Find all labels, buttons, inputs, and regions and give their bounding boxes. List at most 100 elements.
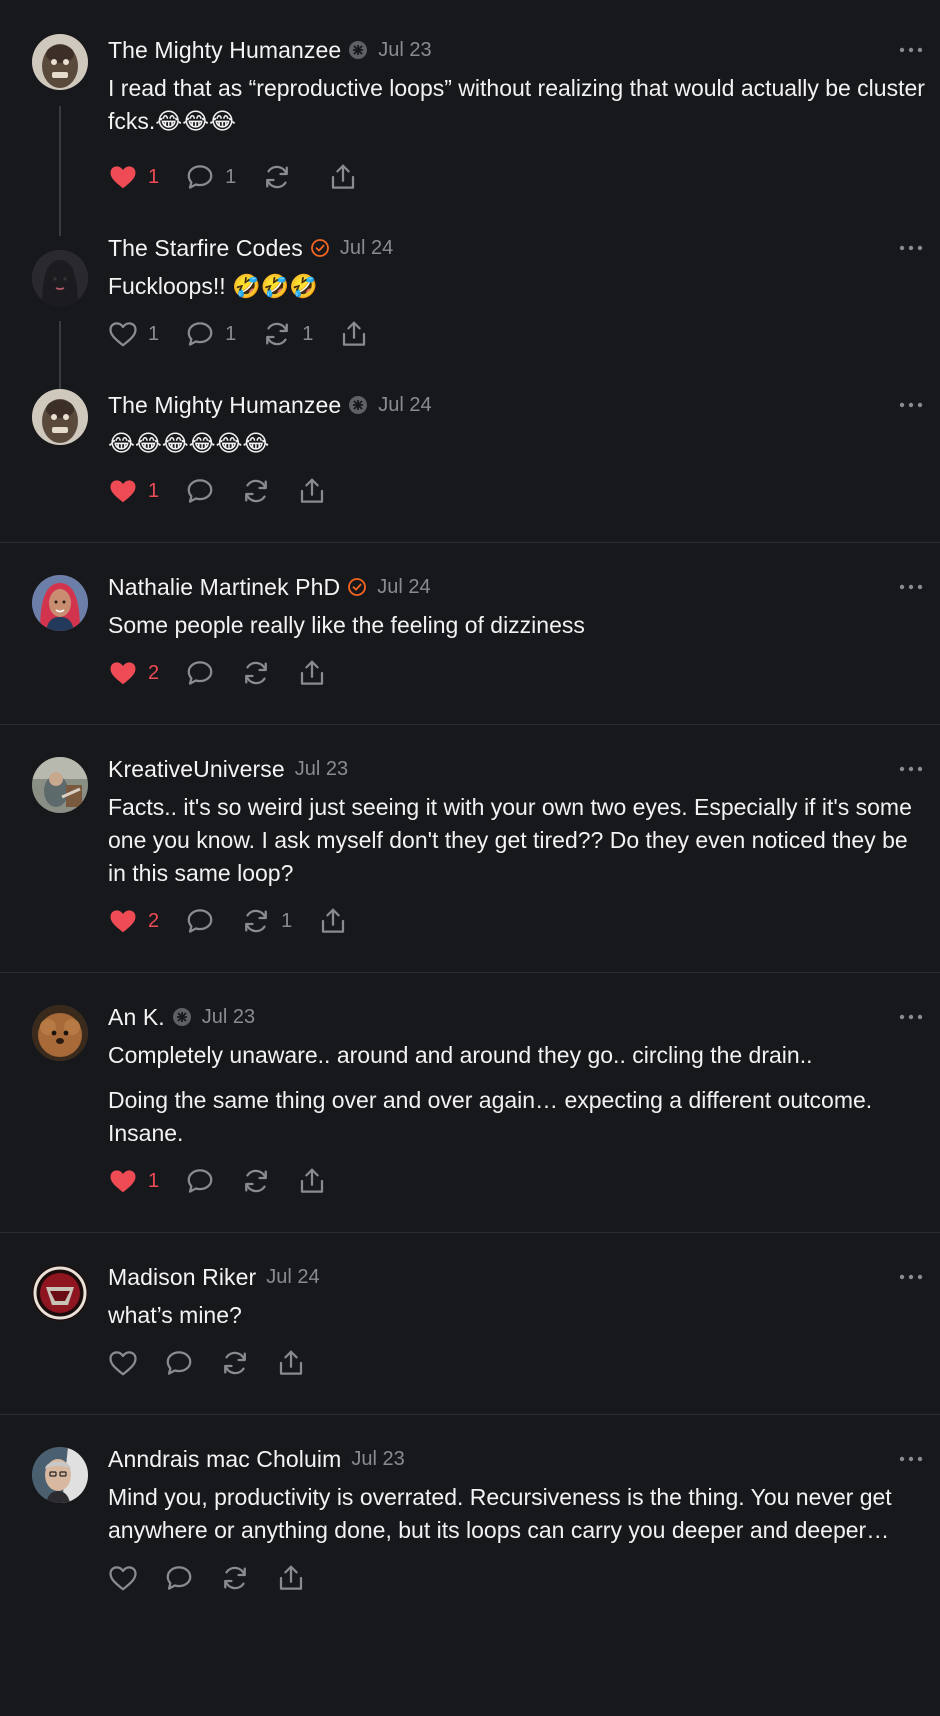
reply-button[interactable] — [185, 906, 215, 936]
share-button[interactable] — [297, 658, 327, 688]
repost-button[interactable] — [262, 162, 302, 192]
share-button[interactable] — [318, 906, 348, 936]
reply-button[interactable] — [185, 658, 215, 688]
repost-button[interactable] — [220, 1563, 250, 1593]
share-button[interactable] — [328, 162, 358, 192]
avatar[interactable] — [32, 1005, 88, 1061]
reply-button[interactable]: 1 — [185, 162, 236, 192]
post-paragraph: Completely unaware.. around and around t… — [108, 1042, 813, 1068]
share-icon — [297, 476, 327, 506]
post-header: The Mighty Humanzee Jul 23 — [108, 36, 940, 64]
more-options-icon[interactable] — [898, 1451, 924, 1467]
orange-check-icon — [310, 238, 330, 258]
more-options-icon[interactable] — [898, 1009, 924, 1025]
like-button[interactable]: 1 — [108, 476, 159, 506]
reply-button[interactable] — [164, 1348, 194, 1378]
share-button[interactable] — [339, 319, 369, 349]
post: Anndrais mac Choluim Jul 23 Mind you, pr… — [0, 1415, 940, 1615]
grey-star-icon — [348, 40, 368, 60]
share-button[interactable] — [276, 1348, 306, 1378]
like-button[interactable]: 1 — [108, 319, 159, 349]
like-button[interactable] — [108, 1563, 138, 1593]
avatar[interactable] — [32, 389, 88, 445]
author-name[interactable]: KreativeUniverse — [108, 756, 285, 783]
more-options-icon[interactable] — [898, 761, 924, 777]
post-actions: 1 1 — [108, 160, 940, 194]
more-options-icon[interactable] — [898, 240, 924, 256]
avatar[interactable] — [32, 250, 88, 306]
post: The Mighty Humanzee Jul 23 I read that a… — [0, 0, 940, 236]
post-date[interactable]: Jul 24 — [340, 237, 393, 260]
reply-count: 1 — [225, 322, 237, 345]
repost-icon — [241, 906, 271, 936]
like-count: 1 — [148, 165, 160, 188]
share-button[interactable] — [297, 476, 327, 506]
reply-button[interactable]: 1 — [185, 319, 236, 349]
share-button[interactable] — [276, 1563, 306, 1593]
author-name[interactable]: Nathalie Martinek PhD — [108, 574, 340, 601]
post: The Mighty Humanzee Jul 24 😂😂😂😂😂😂 1 — [0, 389, 940, 543]
post-paragraph: Mind you, productivity is overrated. Rec… — [108, 1484, 892, 1543]
more-options-icon[interactable] — [898, 1269, 924, 1285]
repost-button[interactable] — [241, 658, 271, 688]
like-button[interactable]: 2 — [108, 658, 159, 688]
reply-button[interactable] — [164, 1563, 194, 1593]
reply-button[interactable] — [185, 476, 215, 506]
post-actions: 2 1 — [108, 904, 940, 938]
heart-icon — [108, 906, 138, 936]
post-header: Madison Riker Jul 24 — [108, 1263, 940, 1291]
author-name[interactable]: The Starfire Codes — [108, 235, 303, 262]
heart-icon — [108, 476, 138, 506]
repost-button[interactable]: 1 — [262, 319, 313, 349]
more-options-icon[interactable] — [898, 42, 924, 58]
repost-button[interactable] — [220, 1348, 250, 1378]
repost-icon — [241, 658, 271, 688]
post-date[interactable]: Jul 23 — [351, 1448, 404, 1471]
share-icon — [276, 1348, 306, 1378]
post-date[interactable]: Jul 24 — [378, 394, 431, 417]
post-paragraph: 😂😂😂😂😂😂 — [108, 430, 270, 456]
avatar[interactable] — [32, 757, 88, 813]
post-actions: 2 — [108, 656, 940, 690]
author-name[interactable]: An K. — [108, 1004, 165, 1031]
avatar[interactable] — [32, 575, 88, 631]
author-name[interactable]: Anndrais mac Choluim — [108, 1446, 341, 1473]
post-date[interactable]: Jul 24 — [377, 576, 430, 599]
more-options-icon[interactable] — [898, 397, 924, 413]
like-button[interactable]: 2 — [108, 906, 159, 936]
heart-icon — [108, 1563, 138, 1593]
heart-icon — [108, 658, 138, 688]
repost-icon — [262, 319, 292, 349]
author-name[interactable]: The Mighty Humanzee — [108, 392, 341, 419]
repost-button[interactable]: 1 — [241, 906, 292, 936]
repost-button[interactable] — [241, 476, 271, 506]
like-button[interactable] — [108, 1348, 138, 1378]
post-date[interactable]: Jul 24 — [266, 1266, 319, 1289]
post-actions — [108, 1561, 940, 1595]
heart-icon — [108, 1166, 138, 1196]
share-icon — [328, 162, 358, 192]
avatar[interactable] — [32, 1265, 88, 1321]
post-date[interactable]: Jul 23 — [295, 758, 348, 781]
author-name[interactable]: The Mighty Humanzee — [108, 37, 341, 64]
like-count: 1 — [148, 479, 160, 502]
avatar[interactable] — [32, 34, 88, 90]
post-date[interactable]: Jul 23 — [378, 39, 431, 62]
reply-button[interactable] — [185, 1166, 215, 1196]
repost-count: 1 — [281, 909, 293, 932]
comment-icon — [164, 1563, 194, 1593]
post-paragraph: what’s mine? — [108, 1302, 242, 1328]
reply-count: 1 — [225, 165, 237, 188]
share-button[interactable] — [297, 1166, 327, 1196]
more-options-icon[interactable] — [898, 579, 924, 595]
like-count: 1 — [148, 1169, 160, 1192]
post-date[interactable]: Jul 23 — [202, 1006, 255, 1029]
like-button[interactable]: 1 — [108, 162, 159, 192]
repost-icon — [220, 1563, 250, 1593]
author-name[interactable]: Madison Riker — [108, 1264, 256, 1291]
avatar[interactable] — [32, 1447, 88, 1503]
comment-feed: The Mighty Humanzee Jul 23 I read that a… — [0, 0, 940, 1615]
repost-button[interactable] — [241, 1166, 271, 1196]
like-button[interactable]: 1 — [108, 1166, 159, 1196]
post-text: Some people really like the feeling of d… — [108, 609, 940, 642]
